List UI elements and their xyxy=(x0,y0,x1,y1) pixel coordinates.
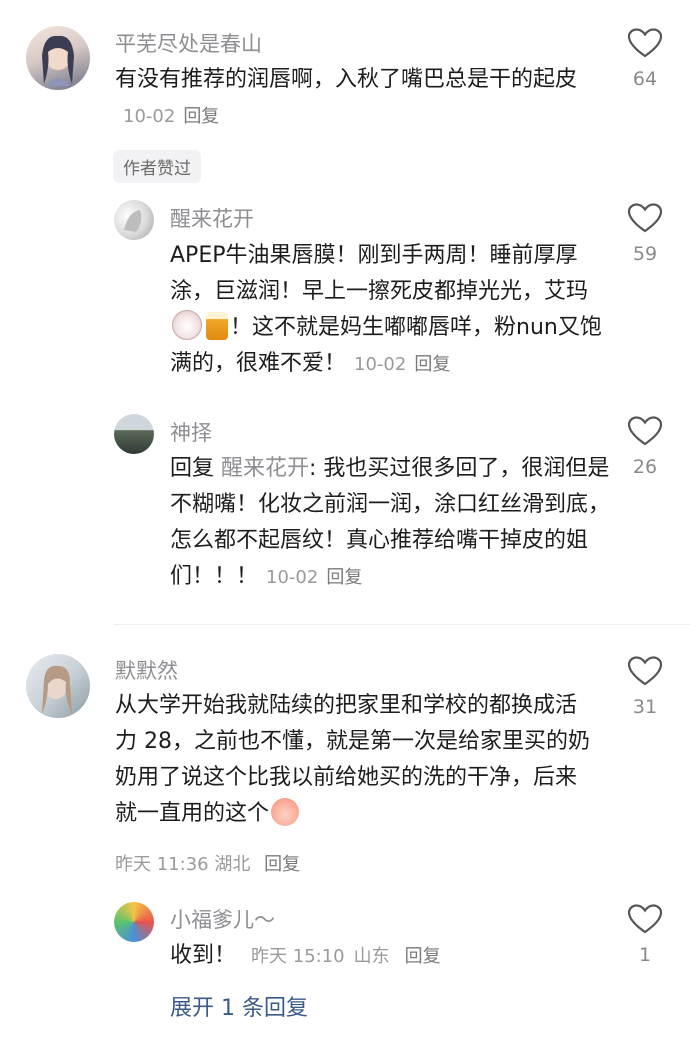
heart-icon xyxy=(627,28,663,58)
expand-replies-button[interactable]: 展开 1 条回复 xyxy=(170,990,308,1022)
reply-text: 回复 醒来花开: 我也买过很多回了，很润但是不糊嘴！化妆之前润一润，涂口红丝滑到… xyxy=(170,451,610,596)
comment-date: 10-02 xyxy=(123,106,176,127)
comment-text: 从大学开始我就陆续的把家里和学校的都换成活力 28，之前也不懂，就是第一次是给家… xyxy=(115,688,595,832)
reply-text: APEP牛油果唇膜！刚到手两周！睡前厚厚涂，巨滋润！早上一擦死皮都掉光光，艾玛！… xyxy=(170,238,610,383)
like-count: 31 xyxy=(632,696,658,718)
reply-button[interactable]: 回复 xyxy=(326,567,362,588)
divider xyxy=(114,624,690,625)
heart-icon xyxy=(627,904,663,934)
like-count: 26 xyxy=(632,456,658,478)
comment-location: 湖北 xyxy=(214,854,251,875)
reply-username[interactable]: 小福爹儿～ xyxy=(170,904,275,934)
reply-location: 山东 xyxy=(353,946,390,967)
avatar[interactable] xyxy=(26,654,90,718)
reply-username[interactable]: 神择 xyxy=(170,417,212,447)
reply-button[interactable]: 回复 xyxy=(405,946,441,967)
reply-text: 收到！ 昨天 15:10 山东 回复 xyxy=(170,938,610,975)
reply-body: 收到！ xyxy=(170,943,237,968)
heart-icon xyxy=(627,416,663,446)
reply-date: 昨天 15:10 xyxy=(251,946,345,967)
comment-body: 从大学开始我就陆续的把家里和学校的都换成活力 28，之前也不懂，就是第一次是给家… xyxy=(115,693,590,826)
avatar[interactable] xyxy=(114,902,154,942)
comment-username[interactable]: 默默然 xyxy=(115,655,178,685)
avatar[interactable] xyxy=(114,200,154,240)
heart-icon xyxy=(627,656,663,686)
reply-button[interactable]: 回复 xyxy=(183,106,219,127)
like-button[interactable] xyxy=(627,904,663,938)
comment-username[interactable]: 平芜尽处是春山 xyxy=(115,28,262,58)
reply-date: 10-02 xyxy=(266,567,319,588)
heart-icon xyxy=(627,203,663,233)
like-count: 1 xyxy=(638,944,652,966)
like-button[interactable] xyxy=(627,28,663,62)
like-button[interactable] xyxy=(627,416,663,450)
beer-mug-icon xyxy=(206,312,228,340)
peach-face-icon xyxy=(271,798,300,826)
reply-body-part1: APEP牛油果唇膜！刚到手两周！睡前厚厚涂，巨滋润！早上一擦死皮都掉光光，艾玛 xyxy=(170,243,589,304)
reply-button[interactable]: 回复 xyxy=(414,354,450,375)
cow-face-icon xyxy=(172,310,202,340)
reply-button[interactable]: 回复 xyxy=(264,854,300,875)
like-count: 64 xyxy=(632,68,658,90)
avatar[interactable] xyxy=(114,414,154,454)
reply-prefix: 回复 xyxy=(170,456,215,481)
like-button[interactable] xyxy=(627,203,663,237)
reply-date: 10-02 xyxy=(354,354,407,375)
author-liked-badge: 作者赞过 xyxy=(113,150,201,183)
comment-meta: 昨天 11:36 湖北 回复 xyxy=(115,850,300,876)
reply-username[interactable]: 醒来花开 xyxy=(170,203,254,233)
comment-text: 有没有推荐的润唇啊，入秋了嘴巴总是干的起皮 10-02 回复 xyxy=(115,62,605,135)
like-count: 59 xyxy=(632,243,658,265)
like-button[interactable] xyxy=(627,656,663,690)
comment-body: 有没有推荐的润唇啊，入秋了嘴巴总是干的起皮 xyxy=(115,67,578,92)
avatar[interactable] xyxy=(26,26,90,90)
comment-date: 昨天 11:36 xyxy=(115,854,209,875)
mention-link[interactable]: 醒来花开 xyxy=(221,456,309,481)
